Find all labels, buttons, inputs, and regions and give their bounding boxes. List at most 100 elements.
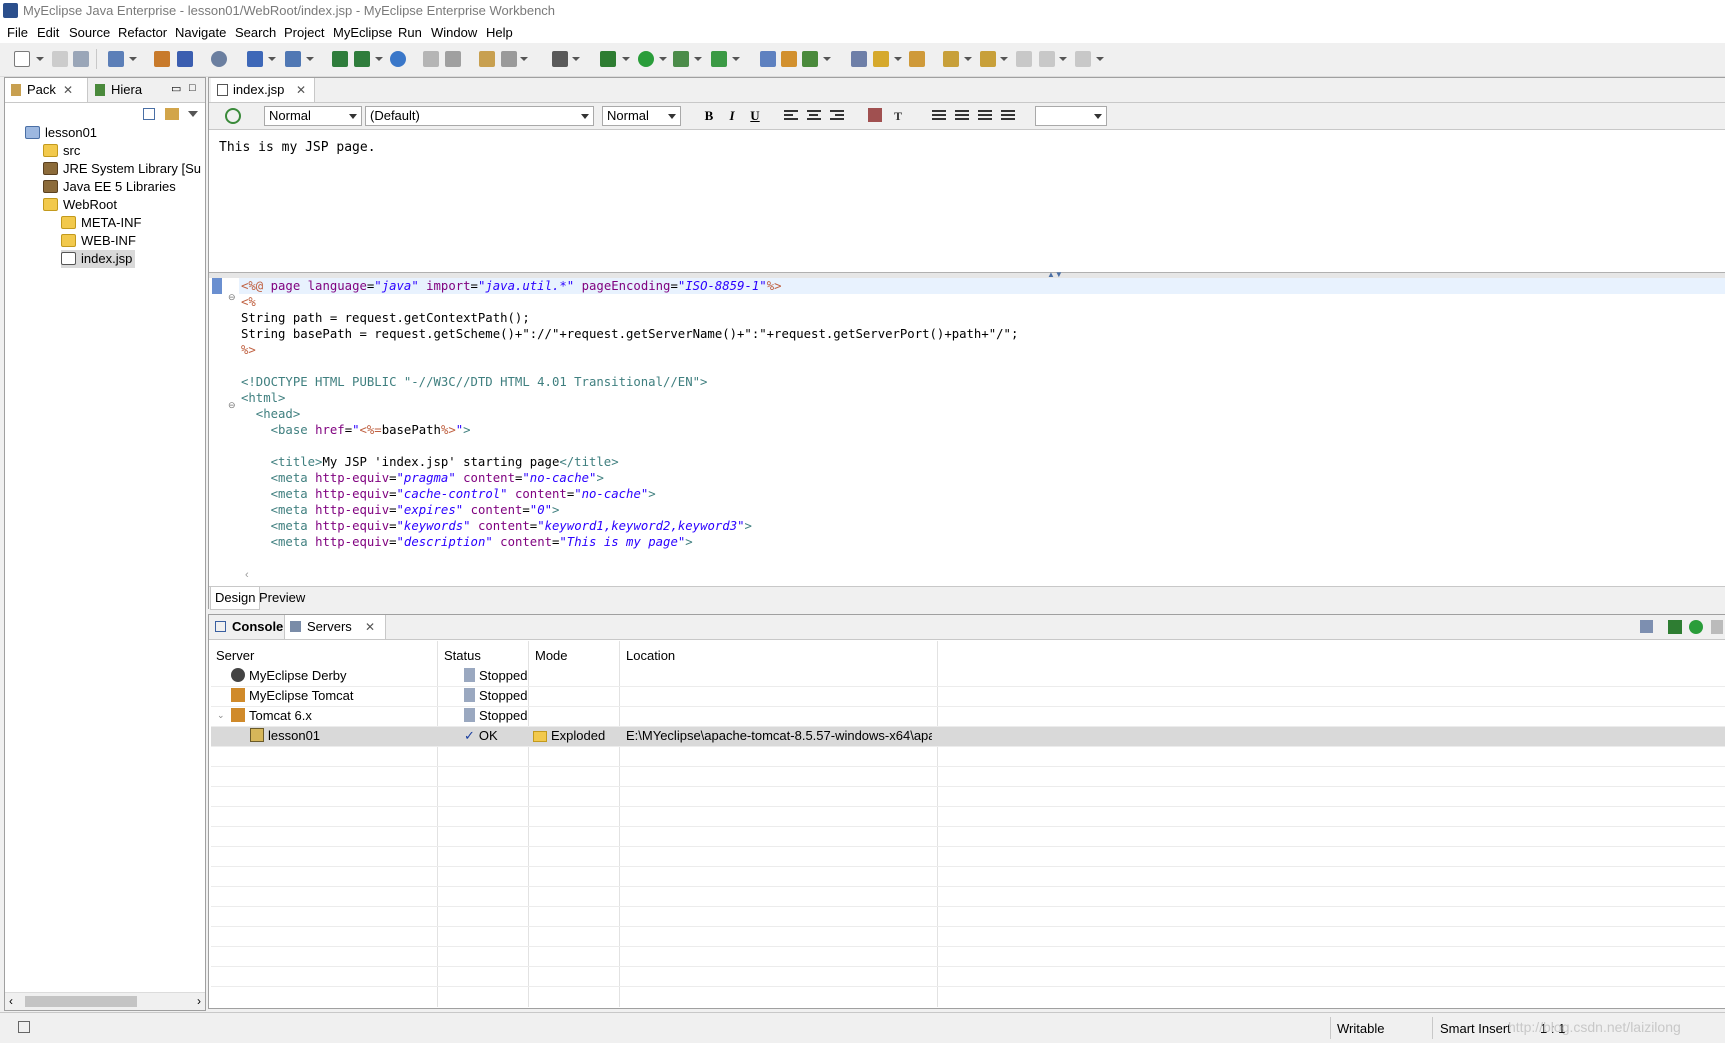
run-icon[interactable] xyxy=(638,51,654,67)
tab-console[interactable]: Console xyxy=(210,615,283,639)
chevron-down-icon[interactable] xyxy=(36,57,44,61)
chevron-down-icon[interactable]: ⌄ xyxy=(217,710,225,721)
wizard-icon[interactable] xyxy=(332,51,348,67)
style-select[interactable] xyxy=(1035,106,1107,126)
screen-icon[interactable] xyxy=(552,51,568,67)
chevron-down-icon[interactable] xyxy=(306,57,314,61)
menu-help[interactable]: Help xyxy=(486,22,513,43)
column-header-server[interactable]: Server xyxy=(216,646,254,666)
align-center-icon[interactable] xyxy=(807,110,821,122)
tab-package-explorer[interactable]: Pack ✕ xyxy=(5,78,88,102)
tab-servers[interactable]: Servers ✕ xyxy=(284,615,386,639)
font-size-select[interactable]: Normal xyxy=(602,106,681,126)
indent-icon[interactable] xyxy=(955,110,969,122)
menu-refactor[interactable]: Refactor xyxy=(118,22,167,43)
close-icon[interactable]: ✕ xyxy=(63,78,73,102)
publish-icon[interactable] xyxy=(1640,620,1653,633)
link-with-editor-icon[interactable] xyxy=(165,108,179,120)
view-menu-icon[interactable] xyxy=(188,111,198,117)
search-tool-icon[interactable] xyxy=(873,51,889,67)
chevron-down-icon[interactable] xyxy=(520,57,528,61)
close-icon[interactable]: ✕ xyxy=(296,83,306,97)
settings-icon[interactable] xyxy=(501,51,517,67)
horizontal-scrollbar[interactable]: ‹ › xyxy=(5,992,205,1010)
undo-icon[interactable] xyxy=(445,51,461,67)
scroll-left-icon[interactable]: ‹ xyxy=(245,569,249,581)
maximize-icon[interactable]: □ xyxy=(189,82,196,94)
chevron-down-icon[interactable] xyxy=(129,57,137,61)
tab-design[interactable]: Design xyxy=(210,587,261,610)
chevron-down-icon[interactable] xyxy=(894,57,902,61)
menu-source[interactable]: Source xyxy=(69,22,110,43)
refresh-icon[interactable] xyxy=(423,51,439,67)
tab-hierarchy[interactable]: Hiera xyxy=(91,78,161,102)
bullet-list-icon[interactable] xyxy=(1001,110,1015,122)
new-class-icon[interactable] xyxy=(354,51,370,67)
tree-item-webroot[interactable]: WebRoot xyxy=(43,196,117,214)
back-icon[interactable] xyxy=(1039,51,1055,67)
underline-button[interactable]: U xyxy=(747,108,763,124)
align-left-icon[interactable] xyxy=(784,110,798,122)
debug-server-icon[interactable] xyxy=(1668,620,1682,634)
next-annotation-icon[interactable] xyxy=(943,51,959,67)
scroll-right-icon[interactable]: › xyxy=(197,994,201,1008)
chevron-down-icon[interactable] xyxy=(572,57,580,61)
forward-icon[interactable] xyxy=(1075,51,1091,67)
numbered-list-icon[interactable] xyxy=(978,110,992,122)
open-type-icon[interactable] xyxy=(154,51,170,67)
italic-button[interactable]: I xyxy=(724,108,740,124)
marker-icon[interactable] xyxy=(909,51,925,67)
column-header-location[interactable]: Location xyxy=(626,646,675,666)
web-browser-icon[interactable] xyxy=(211,51,227,67)
tree-item-jre-library[interactable]: JRE System Library [Su xyxy=(43,160,201,178)
menu-navigate[interactable]: Navigate xyxy=(175,22,226,43)
open-resource-icon[interactable] xyxy=(177,51,193,67)
new-package-icon[interactable] xyxy=(760,51,776,67)
menu-run[interactable]: Run xyxy=(398,22,422,43)
package-icon[interactable] xyxy=(479,51,495,67)
prev-annotation-icon[interactable] xyxy=(980,51,996,67)
chevron-down-icon[interactable] xyxy=(732,57,740,61)
bold-button[interactable]: B xyxy=(701,108,717,124)
tab-preview[interactable]: Preview xyxy=(255,587,309,609)
align-right-icon[interactable] xyxy=(830,110,844,122)
tree-item-web-inf[interactable]: WEB-INF xyxy=(61,232,136,250)
stop-server-icon[interactable] xyxy=(1711,620,1723,634)
print-icon[interactable] xyxy=(73,51,89,67)
chevron-down-icon[interactable] xyxy=(375,57,383,61)
run-external-icon[interactable] xyxy=(673,51,689,67)
tree-item-src[interactable]: src xyxy=(43,142,80,160)
table-row-selected[interactable] xyxy=(211,727,1725,746)
menu-edit[interactable]: Edit xyxy=(37,22,59,43)
menu-myeclipse[interactable]: MyEclipse xyxy=(333,22,392,43)
new-icon[interactable] xyxy=(14,51,30,67)
outdent-icon[interactable] xyxy=(932,110,946,122)
chevron-down-icon[interactable] xyxy=(1096,57,1104,61)
menu-project[interactable]: Project xyxy=(284,22,324,43)
chevron-down-icon[interactable] xyxy=(1000,57,1008,61)
menu-file[interactable]: File xyxy=(7,22,28,43)
design-canvas[interactable]: This is my JSP page. xyxy=(209,130,1725,272)
minimize-icon[interactable]: ▭ xyxy=(171,82,181,95)
save-icon[interactable] xyxy=(52,51,68,67)
source-code-view[interactable]: ⊖ ⊖ <%@ page language="java" import="jav… xyxy=(209,278,1725,554)
chevron-down-icon[interactable] xyxy=(694,57,702,61)
tree-item-meta-inf[interactable]: META-INF xyxy=(61,214,141,232)
tree-item-javaee-libraries[interactable]: Java EE 5 Libraries xyxy=(43,178,176,196)
tree-item-index-jsp[interactable]: index.jsp xyxy=(61,250,136,268)
fold-icon[interactable]: ⊖ xyxy=(228,400,236,411)
new-folder-icon[interactable] xyxy=(802,51,818,67)
chevron-down-icon[interactable] xyxy=(268,57,276,61)
sync-icon[interactable] xyxy=(225,108,241,124)
chevron-down-icon[interactable] xyxy=(622,57,630,61)
deploy-icon[interactable] xyxy=(247,51,263,67)
fold-icon[interactable]: ⊖ xyxy=(228,292,236,303)
start-server-icon[interactable] xyxy=(1689,620,1703,634)
last-edit-icon[interactable] xyxy=(1016,51,1032,67)
collapse-all-icon[interactable] xyxy=(143,108,155,120)
coverage-icon[interactable] xyxy=(711,51,727,67)
new-project-icon[interactable] xyxy=(108,51,124,67)
close-icon[interactable]: ✕ xyxy=(365,615,375,639)
fast-view-icon[interactable] xyxy=(18,1021,30,1033)
globe-icon[interactable] xyxy=(390,51,406,67)
